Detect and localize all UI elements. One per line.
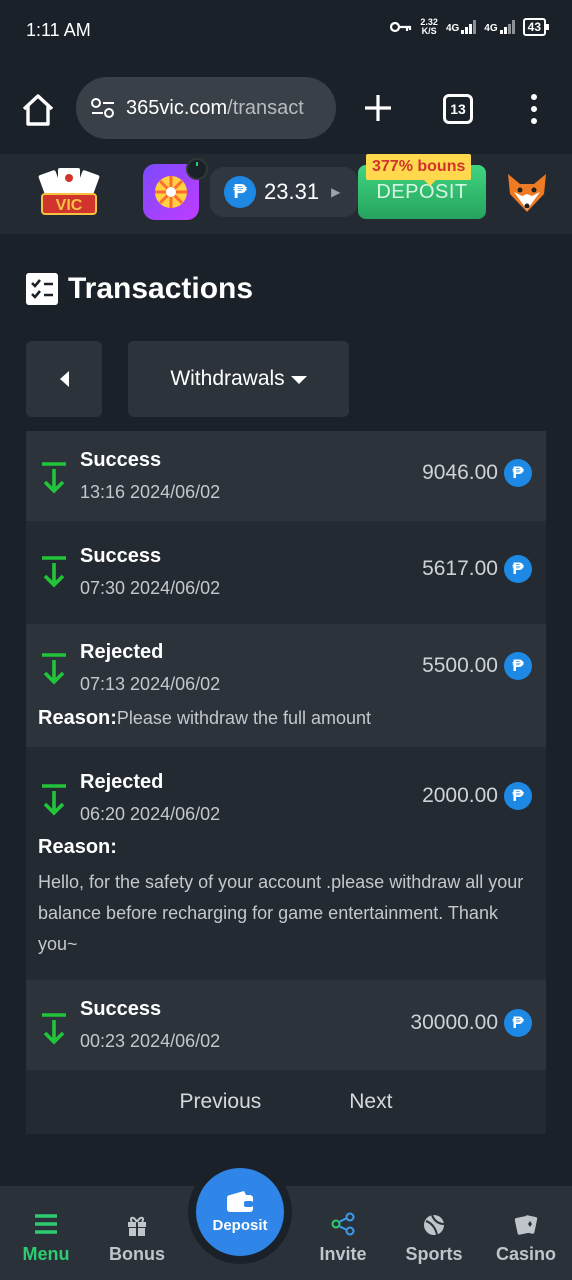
- gift-icon: [128, 1216, 146, 1236]
- reason-text: Hello, for the safety of your account .p…: [38, 872, 524, 954]
- arrow-down-icon: [42, 462, 66, 494]
- back-button[interactable]: [26, 341, 102, 417]
- network-speed: 2.32 K/S: [420, 17, 438, 36]
- peso-coin-icon: ₱: [504, 1009, 532, 1037]
- nav-bonus[interactable]: Bonus: [92, 1208, 182, 1265]
- bonus-badge: 377% bouns: [366, 154, 472, 186]
- transaction-amount: 30000.00 ₱: [410, 1009, 532, 1037]
- more-menu-icon[interactable]: [528, 94, 540, 124]
- previous-button[interactable]: Previous: [180, 1090, 262, 1114]
- transaction-row[interactable]: Success 07:30 2024/06/02 5617.00 ₱: [26, 521, 546, 624]
- transaction-amount: 2000.00 ₱: [422, 782, 532, 810]
- transaction-status: Success: [80, 545, 162, 567]
- peso-coin-icon: ₱: [504, 782, 532, 810]
- transaction-status: Rejected: [80, 771, 164, 793]
- signal-bars-icon: [499, 20, 515, 34]
- signal-2: 4G: [484, 20, 515, 34]
- spin-wheel-icon: [155, 176, 187, 208]
- peso-coin-icon: ₱: [504, 652, 532, 680]
- peso-coin-icon: ₱: [224, 176, 256, 208]
- arrow-down-icon: [42, 653, 66, 685]
- dropdown-value: Withdrawals: [170, 367, 285, 390]
- site-settings-icon[interactable]: [90, 97, 116, 119]
- wallet-icon: [227, 1190, 253, 1212]
- reason-text: Please withdraw the full amount: [116, 708, 372, 728]
- ball-icon: [424, 1214, 445, 1236]
- peso-coin-icon: ₱: [504, 459, 532, 487]
- page-title: Transactions: [26, 272, 253, 306]
- transaction-status: Rejected: [80, 641, 164, 663]
- transaction-row[interactable]: Rejected 07:13 2024/06/02 5500.00 ₱ Reaso…: [26, 624, 546, 747]
- site-logo[interactable]: VIC: [36, 166, 102, 220]
- transaction-time: 07:13 2024/06/02: [80, 674, 221, 694]
- nav-deposit-button[interactable]: Deposit: [196, 1168, 284, 1256]
- battery-indicator: 43: [522, 18, 550, 36]
- share-network-icon: [331, 1212, 355, 1236]
- balance-display[interactable]: ₱ 23.31 ▶: [210, 167, 358, 217]
- nav-menu[interactable]: Menu: [1, 1208, 91, 1265]
- arrow-down-icon: [42, 1013, 66, 1045]
- tab-switcher-button[interactable]: 13: [443, 94, 473, 124]
- signal-1: 4G: [446, 20, 477, 34]
- transaction-row[interactable]: Success 13:16 2024/06/02 9046.00 ₱: [26, 431, 546, 521]
- nav-casino[interactable]: Casino: [481, 1208, 571, 1265]
- transaction-time: 07:30 2024/06/02: [80, 578, 221, 598]
- cards-icon: [514, 1215, 538, 1235]
- vpn-key-icon: [390, 21, 412, 33]
- menu-icon: [35, 1214, 57, 1234]
- arrow-down-icon: [42, 784, 66, 816]
- balance-value: 23.31: [264, 179, 320, 204]
- url-text: 365vic.com/transact: [126, 96, 304, 119]
- new-tab-icon[interactable]: [362, 92, 394, 124]
- pagination: Previous Next: [26, 1070, 546, 1134]
- nav-invite[interactable]: Invite: [298, 1208, 388, 1265]
- address-bar[interactable]: 365vic.com/transact: [76, 77, 336, 139]
- caret-down-icon: [290, 376, 307, 384]
- transaction-status: Success: [80, 998, 162, 1020]
- reason-label: Reason:: [38, 707, 117, 729]
- chevron-right-icon: ▶: [331, 185, 341, 199]
- status-icons: 2.32 K/S 4G 4G 43: [390, 17, 550, 36]
- transaction-amount: 5500.00 ₱: [422, 652, 532, 680]
- notification-dot: [186, 158, 208, 180]
- transaction-time: 00:23 2024/06/02: [80, 1031, 221, 1051]
- arrow-down-icon: [42, 556, 66, 588]
- signal-bars-icon: [461, 20, 477, 34]
- transaction-amount: 5617.00 ₱: [422, 555, 532, 583]
- checklist-icon: [26, 273, 58, 305]
- reason-label: Reason:: [38, 836, 117, 858]
- status-time: 1:11 AM: [26, 20, 91, 40]
- peso-coin-icon: ₱: [504, 555, 532, 583]
- nav-sports[interactable]: Sports: [389, 1208, 479, 1265]
- status-bar: 1:11 AM 2.32 K/S 4G 4G 43: [0, 0, 572, 64]
- home-icon[interactable]: [20, 92, 56, 128]
- transaction-status: Success: [80, 449, 162, 471]
- transaction-list: Success 13:16 2024/06/02 9046.00 ₱ Succes…: [26, 431, 546, 1070]
- browser-toolbar: 365vic.com/transact 13: [0, 64, 572, 154]
- rejection-reason: Reason:Please withdraw the full amount: [38, 707, 371, 730]
- transaction-time: 13:16 2024/06/02: [80, 482, 221, 502]
- next-button[interactable]: Next: [349, 1090, 392, 1114]
- page-title-text: Transactions: [68, 272, 254, 305]
- fox-mascot-icon[interactable]: [504, 170, 550, 216]
- transaction-row[interactable]: Rejected 06:20 2024/06/02 2000.00 ₱ Reaso…: [26, 747, 546, 980]
- transaction-row[interactable]: Success 00:23 2024/06/02 30000.00 ₱: [26, 980, 546, 1070]
- transaction-amount: 9046.00 ₱: [422, 459, 532, 487]
- logo-text: VIC: [56, 197, 83, 214]
- site-header: VIC ₱ 23.31 ▶ DEPOSIT 377% bouns: [0, 154, 572, 234]
- transaction-type-dropdown[interactable]: Withdrawals: [128, 341, 349, 417]
- transaction-time: 06:20 2024/06/02: [80, 804, 221, 824]
